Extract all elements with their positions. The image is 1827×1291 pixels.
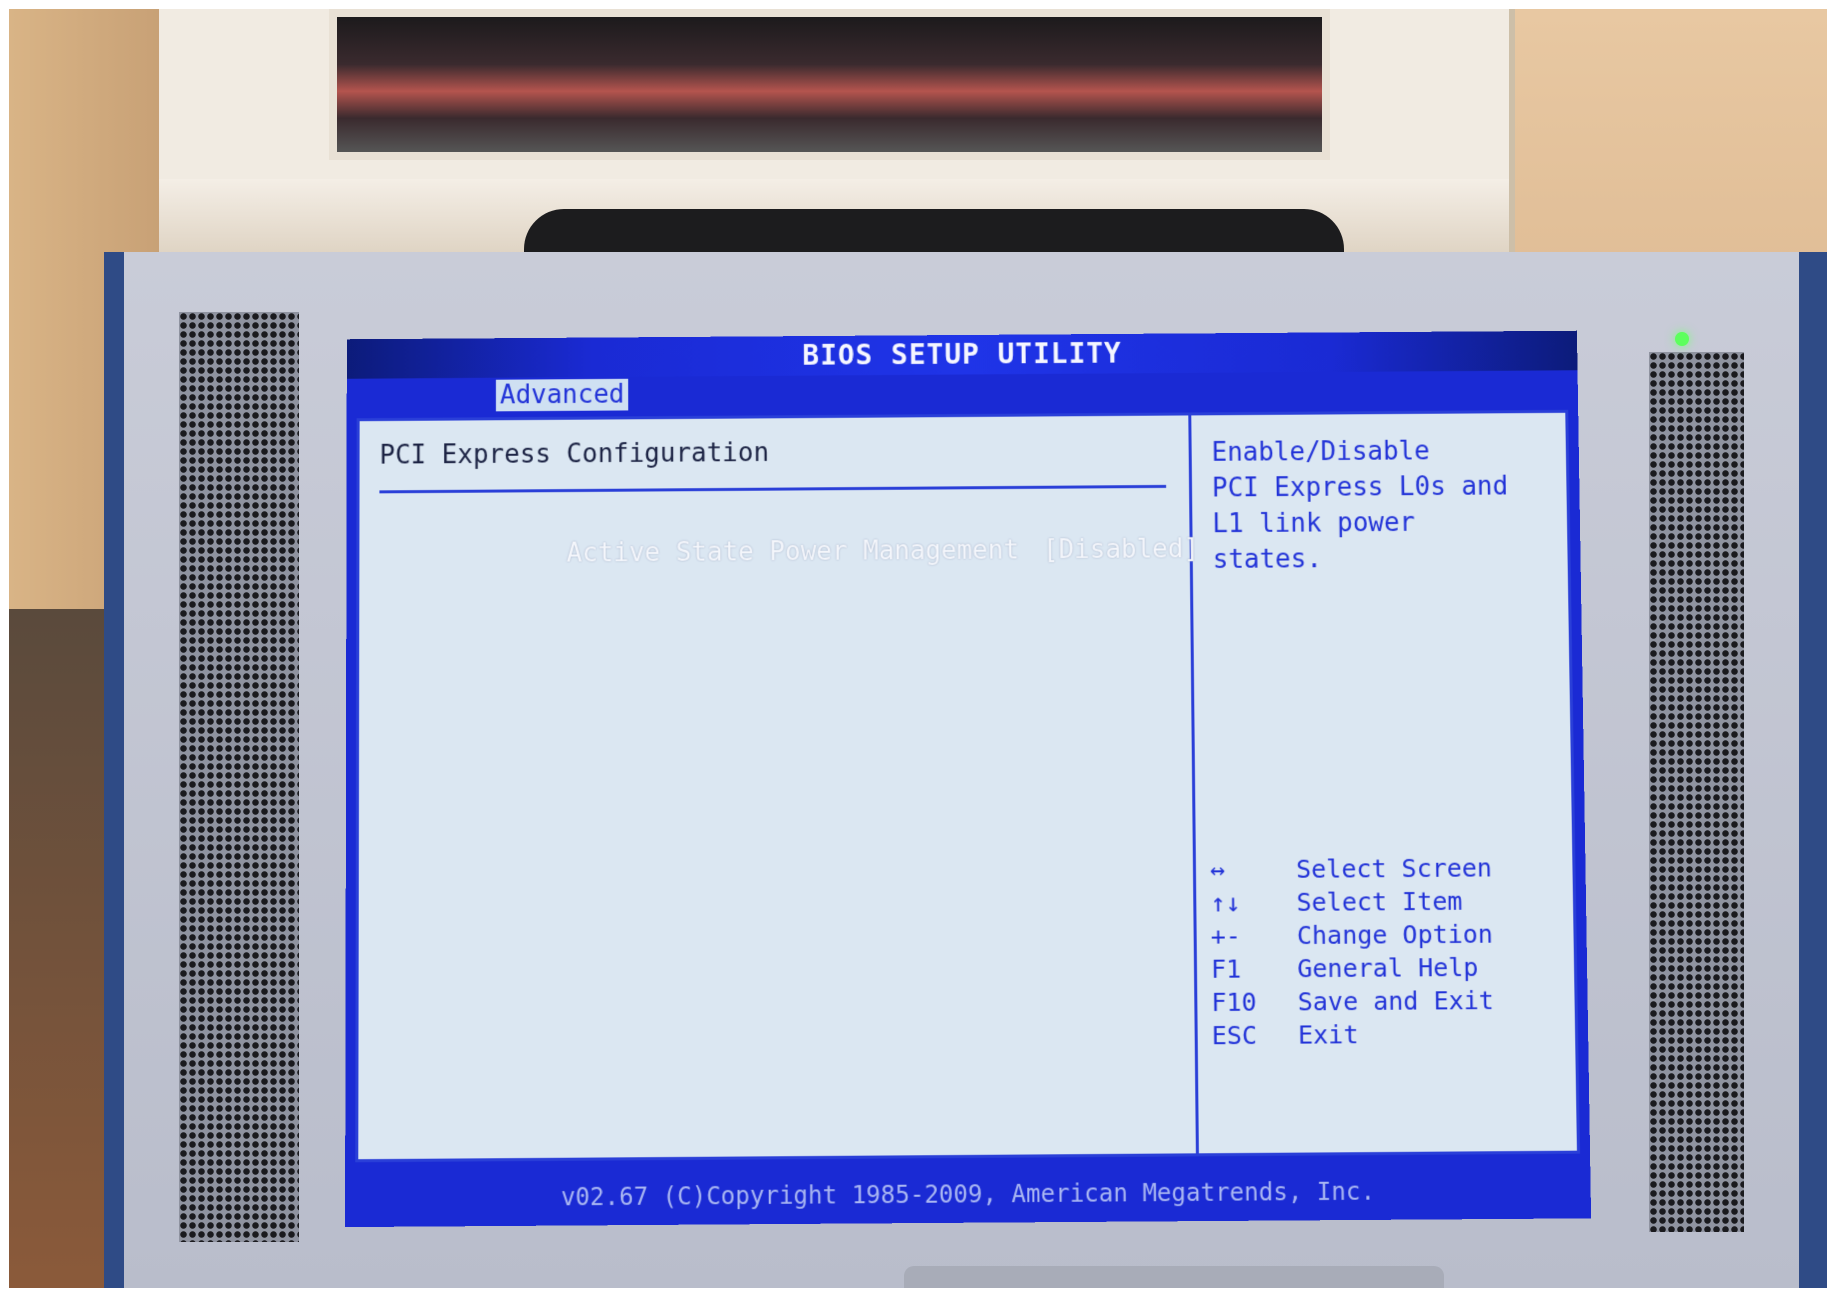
key-action: Select Screen xyxy=(1295,853,1493,884)
key-legend-row: F10 Save and Exit xyxy=(1211,984,1494,1019)
bios-screen: BIOS SETUP UTILITY Advanced PCI Express … xyxy=(345,330,1592,1228)
power-led-icon xyxy=(1675,332,1689,346)
bios-main-panel: PCI Express Configuration Active State P… xyxy=(355,409,1580,1163)
settings-pane: PCI Express Configuration Active State P… xyxy=(358,415,1200,1160)
key-action: Exit xyxy=(1297,1020,1359,1050)
speaker-grille-right xyxy=(1649,352,1744,1232)
key-label: F1 xyxy=(1210,954,1242,984)
setting-aspm[interactable]: Active State Power Management [Disabled] xyxy=(379,505,1200,600)
bios-tab-bar: Advanced xyxy=(346,370,1579,415)
key-label: ESC xyxy=(1211,1020,1258,1051)
key-action: Select Item xyxy=(1296,886,1463,917)
key-legend-row: F1 General Help xyxy=(1211,951,1494,986)
setting-aspm-label: Active State Power Management xyxy=(566,535,1020,569)
bezel-bottom-plate xyxy=(904,1266,1444,1288)
help-text: Enable/Disable PCI Express L0s and L1 li… xyxy=(1211,436,1509,575)
key-action: Change Option xyxy=(1296,919,1494,951)
monitor-bezel: BIOS SETUP UTILITY Advanced PCI Express … xyxy=(104,252,1827,1288)
setting-aspm-value[interactable]: [Disabled] xyxy=(1043,534,1199,565)
tab-advanced[interactable]: Advanced xyxy=(495,378,629,412)
key-legend-row: +- Change Option xyxy=(1211,918,1494,953)
key-action: Save and Exit xyxy=(1297,985,1495,1017)
bios-footer-copyright: v02.67 (C)Copyright 1985-2009, American … xyxy=(345,1161,1592,1228)
key-label: ↑↓ xyxy=(1210,888,1241,918)
key-label: +- xyxy=(1210,921,1242,951)
photo-scene: BIOS SETUP UTILITY Advanced PCI Express … xyxy=(9,9,1827,1288)
key-label: ↔ xyxy=(1209,855,1226,885)
help-pane: Enable/Disable PCI Express L0s and L1 li… xyxy=(1191,413,1577,1153)
key-action: General Help xyxy=(1297,952,1479,984)
key-legend-row: ↔ Select Screen xyxy=(1210,851,1492,886)
speaker-grille-left xyxy=(179,312,299,1242)
title-divider xyxy=(379,484,1167,494)
key-legend-row: ↑↓ Select Item xyxy=(1210,884,1493,919)
key-label: F10 xyxy=(1211,987,1257,1018)
background-window-glass xyxy=(329,9,1330,160)
key-legend: ↔ Select Screen ↑↓ Select Item +- Change… xyxy=(1210,851,1495,1052)
key-legend-row: ESC Exit xyxy=(1212,1017,1495,1052)
page-title: PCI Express Configuration xyxy=(379,438,770,471)
